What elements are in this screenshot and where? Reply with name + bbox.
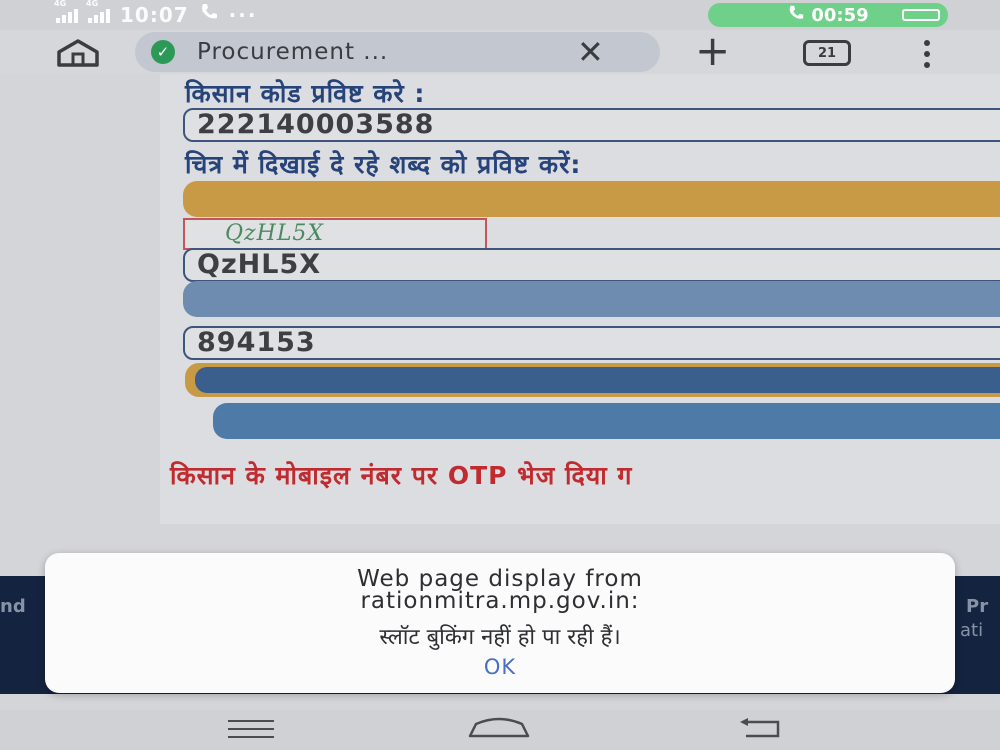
battery-icon: [902, 9, 940, 21]
captcha-label: चित्र में दिखाई दे रहे शब्द को प्रविष्ट …: [185, 150, 582, 179]
tab-title: Procurement ...: [197, 39, 389, 65]
verify-captcha-button[interactable]: [183, 281, 1000, 317]
footer-edge-text-right: Pr: [966, 596, 989, 617]
captcha-input[interactable]: QzHL5X: [183, 248, 1000, 282]
captcha-image: QzHL5X: [183, 218, 487, 250]
tab-switcher-button[interactable]: 21: [803, 40, 851, 66]
dialog-title-line2: rationmitra.mp.gov.in:: [360, 588, 640, 614]
alert-dialog: Web page display from rationmitra.mp.gov…: [45, 553, 955, 693]
status-left: 4G 4G 10:07 ···: [54, 0, 258, 27]
status-bar: 4G 4G 10:07 ··· 00:59: [0, 0, 1000, 30]
phone-call-icon: [787, 4, 805, 27]
secure-shield-icon: ✓: [151, 40, 175, 64]
system-nav-bar: [0, 710, 1000, 750]
ok-button[interactable]: OK: [470, 655, 530, 679]
active-call-pill[interactable]: 00:59: [708, 3, 948, 27]
network-type-label-2: 4G: [86, 0, 99, 8]
browser-toolbar: ✓ Procurement ... ✕ + 21: [0, 30, 1000, 74]
dialog-message: स्लॉट बुकिंग नहीं हो पा रही हैं।: [379, 625, 621, 650]
kisan-code-input[interactable]: 222140003588: [183, 108, 1000, 142]
recents-icon[interactable]: [228, 720, 274, 744]
signal-icon: 4G: [54, 0, 78, 23]
active-tab[interactable]: ✓ Procurement ... ✕: [135, 32, 660, 72]
footer-edge-text-left: nd: [0, 596, 26, 617]
close-tab-icon[interactable]: ✕: [577, 34, 604, 70]
call-timer: 00:59: [811, 4, 869, 26]
more-notifications-icon: ···: [228, 2, 258, 27]
network-type-label: 4G: [54, 0, 67, 8]
otp-sent-message: किसान के मोबाइल नंबर पर OTP भेज दिया ग: [170, 461, 633, 490]
new-tab-icon[interactable]: +: [695, 30, 730, 72]
home-nav-icon[interactable]: [466, 716, 532, 740]
phone-icon: [199, 2, 219, 27]
footer-edge-text-right-2: ati: [960, 620, 984, 641]
otp-input[interactable]: 894153: [183, 326, 1000, 360]
signal-icon-2: 4G: [86, 0, 110, 23]
back-icon[interactable]: [738, 718, 786, 740]
submit-button[interactable]: [213, 403, 1000, 439]
send-otp-button[interactable]: [185, 363, 1000, 397]
kisan-code-label: किसान कोड प्रविष्ट करे :: [185, 79, 426, 108]
clock: 10:07: [120, 2, 189, 27]
get-captcha-button[interactable]: [183, 181, 1000, 217]
home-icon[interactable]: [55, 38, 101, 68]
overflow-menu-icon[interactable]: [922, 40, 932, 68]
